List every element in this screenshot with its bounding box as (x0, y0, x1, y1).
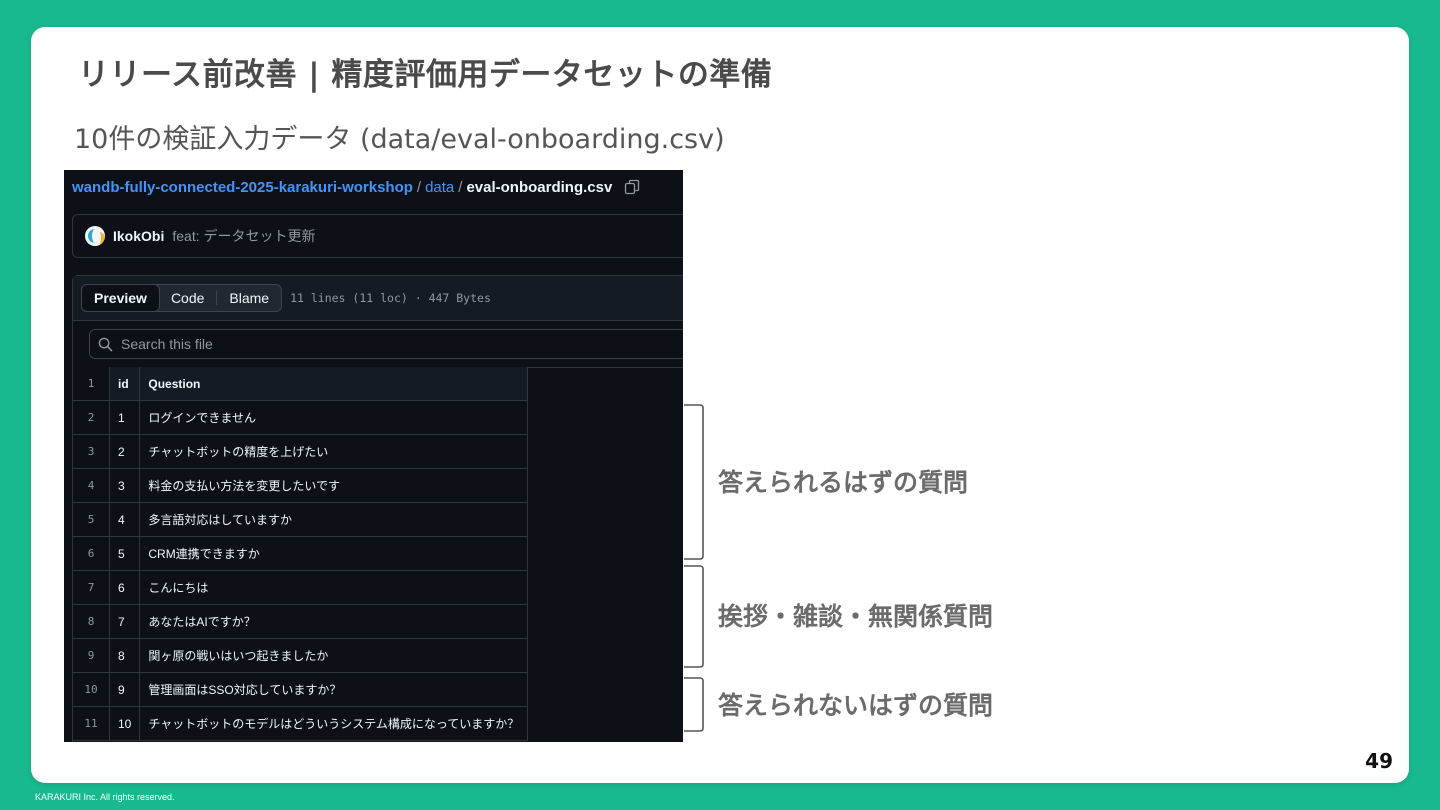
cell-question: 料金の支払い方法を変更したいです (139, 468, 529, 503)
line-number: 2 (73, 400, 110, 435)
line-number: 8 (73, 604, 110, 639)
table-row: 5 4 多言語対応はしていますか (73, 502, 529, 537)
line-number: 4 (73, 468, 110, 503)
cell-id: 6 (108, 570, 141, 605)
search-icon (98, 337, 113, 351)
table-row: 11 10 チャットボットのモデルはどういうシステム構成になっていますか？ (73, 706, 529, 741)
cell-question: あなたはAIですか？ (139, 604, 529, 639)
slide-subtitle: 10件の検証入力データ (data/eval-onboarding.csv) (74, 124, 725, 155)
csv-table: 1 id Question 2 1 ログインできません 3 2 チャットボットの精度を上… (73, 367, 529, 741)
brace-group-chitchat (684, 565, 704, 668)
cell-id: 4 (108, 502, 141, 537)
breadcrumb: wandb-fully-connected-2025-karakuri-work… (72, 176, 640, 198)
breadcrumb-file: eval-onboarding.csv (466, 178, 613, 196)
line-number: 5 (73, 502, 110, 537)
line-number: 10 (73, 672, 110, 707)
table-row: 6 5 CRM連携できますか (73, 536, 529, 571)
tab-code[interactable]: Code (159, 285, 216, 311)
column-header-id: id (108, 367, 141, 401)
cell-id: 3 (108, 468, 141, 503)
brace-group-answerable (684, 404, 704, 560)
page-number: 49 (1365, 749, 1393, 773)
cell-question: CRM連携できますか (139, 536, 529, 571)
table-row: 2 1 ログインできません (73, 400, 529, 435)
line-number: 9 (73, 638, 110, 673)
table-row: 8 7 あなたはAIですか？ (73, 604, 529, 639)
file-header: Preview Code Blame 11 lines (11 loc) · 4… (73, 276, 683, 321)
cell-question: 多言語対応はしていますか (139, 502, 529, 537)
cell-question: こんにちは (139, 570, 529, 605)
latest-commit-bar: IkokObi feat: データセット更新 (72, 214, 683, 258)
cell-id: 2 (108, 434, 141, 469)
copyright: KARAKURI Inc. All rights reserved. (35, 792, 175, 802)
group-label-unanswerable: 答えられないはずの質問 (718, 691, 994, 720)
line-number: 1 (73, 367, 110, 401)
cell-question: チャットボットのモデルはどういうシステム構成になっていますか？ (139, 706, 529, 741)
view-mode-tabs: Preview Code Blame (81, 284, 283, 312)
cell-id: 9 (108, 672, 141, 707)
breadcrumb-separator: / (458, 178, 463, 196)
table-row: 9 8 関ヶ原の戦いはいつ起きましたか (73, 638, 529, 673)
table-row: 7 6 こんにちは (73, 570, 529, 605)
line-number: 7 (73, 570, 110, 605)
cell-id: 1 (108, 400, 141, 435)
table-header-row: 1 id Question (73, 367, 529, 401)
line-number: 6 (73, 536, 110, 571)
group-label-answerable: 答えられるはずの質問 (718, 468, 969, 497)
cell-id: 5 (108, 536, 141, 571)
breadcrumb-folder-link[interactable]: data (425, 179, 454, 196)
cell-id: 7 (108, 604, 141, 639)
cell-question: チャットボットの精度を上げたい (139, 434, 529, 469)
commit-message[interactable]: feat: データセット更新 (172, 226, 315, 246)
column-header-question: Question (139, 367, 529, 401)
search-row (73, 321, 683, 368)
line-number: 3 (73, 434, 110, 469)
tab-blame[interactable]: Blame (217, 285, 281, 311)
github-file-screenshot: wandb-fully-connected-2025-karakuri-work… (64, 170, 683, 742)
table-row: 3 2 チャットボットの精度を上げたい (73, 434, 529, 469)
tab-preview[interactable]: Preview (81, 284, 160, 312)
file-viewer: Preview Code Blame 11 lines (11 loc) · 4… (72, 275, 683, 742)
search-box[interactable] (89, 329, 683, 359)
line-number: 11 (73, 706, 110, 741)
cell-id: 8 (108, 638, 141, 673)
slide-title: リリース前改善 | 精度評価用データセットの準備 (78, 57, 773, 93)
cell-id: 10 (108, 706, 141, 741)
cell-question: 管理画面はSSO対応していますか？ (139, 672, 529, 707)
avatar[interactable] (85, 226, 105, 246)
brace-group-unanswerable (684, 677, 704, 732)
cell-question: ログインできません (139, 400, 529, 435)
group-label-chitchat: 挨拶・雑談・無関係質問 (718, 602, 994, 631)
breadcrumb-repo-link[interactable]: wandb-fully-connected-2025-karakuri-work… (72, 179, 413, 196)
cell-question: 関ヶ原の戦いはいつ起きましたか (139, 638, 529, 673)
table-row: 10 9 管理画面はSSO対応していますか？ (73, 672, 529, 707)
commit-author[interactable]: IkokObi (113, 228, 164, 244)
table-row: 4 3 料金の支払い方法を変更したいです (73, 468, 529, 503)
file-meta: 11 lines (11 loc) · 447 Bytes (290, 291, 491, 305)
copy-icon[interactable] (624, 179, 640, 195)
breadcrumb-separator: / (416, 178, 422, 196)
search-input[interactable] (119, 335, 623, 353)
